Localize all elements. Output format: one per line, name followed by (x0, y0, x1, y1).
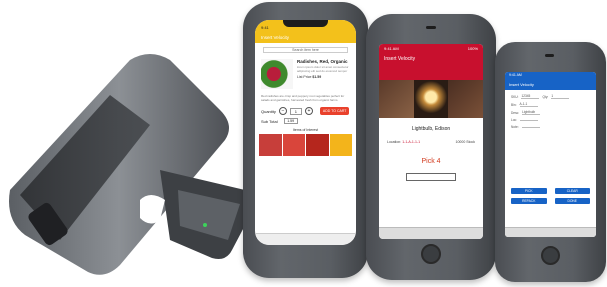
search-input[interactable]: Search item here (263, 47, 348, 53)
form-row: Bin: A-1-1 (511, 102, 590, 107)
subtotal-label: Sub Total (261, 118, 278, 124)
quantity-field[interactable]: 1 (289, 107, 302, 115)
home-button[interactable] (421, 244, 441, 264)
price-value: $1.59 (312, 75, 322, 79)
action-buttons: PICK CLEAR REPACK DONE (511, 188, 590, 204)
product-image (261, 59, 293, 89)
field-label: Desc: (511, 110, 520, 115)
status-time: 9:41 AM (509, 73, 522, 77)
subtotal-row: Sub Total 1.59 (255, 117, 356, 125)
camera-icon (545, 54, 554, 57)
form-row: Loc: (511, 118, 590, 122)
related-item-thumb[interactable] (282, 134, 305, 156)
scanner-grip (0, 40, 260, 280)
scan-input[interactable] (406, 173, 456, 181)
location-value: 1-1-A-1-1-1 (402, 140, 421, 144)
quantity-row: Quantity − 1 + ADD TO CART (255, 105, 356, 117)
product-image (379, 80, 483, 118)
form-fields: SKU: 12345 Qty: 1 Bin: A-1-1 Desc: Light… (505, 90, 596, 136)
device-case-2: 9:41 AM 100% Insert Velocity Lightbulb, … (366, 14, 496, 280)
subtotal-value: 1.59 (283, 118, 298, 124)
add-to-cart-button[interactable]: ADD TO CART (319, 107, 350, 115)
status-time: 9:41 AM (384, 46, 399, 51)
scanner-grip-illustration (9, 54, 254, 275)
form-row: SKU: 12345 Qty: 1 (511, 94, 590, 99)
screen-1: 9:41 Insert Velocity Search item here Ra… (255, 20, 356, 245)
related-item-thumb[interactable] (259, 134, 282, 156)
bottom-toolbar (505, 227, 596, 237)
done-button[interactable]: DONE (554, 198, 590, 204)
field-label: Loc: (511, 118, 518, 122)
form-row: Desc: Lightbulb (511, 110, 590, 115)
status-bar: 9:41 AM (505, 72, 596, 80)
field-value[interactable]: 1 (551, 94, 570, 99)
minus-button[interactable]: − (278, 107, 287, 115)
screen-2: 9:41 AM 100% Insert Velocity Lightbulb, … (379, 44, 483, 239)
field-value[interactable]: 12345 (521, 94, 540, 99)
quantity-label: Quantity (261, 108, 276, 114)
location-label: Location: (387, 140, 402, 144)
pick-quantity: Pick 4 (421, 158, 441, 165)
status-time: 9:41 (261, 24, 269, 30)
field-label: Qty: (542, 94, 549, 99)
product-name: Radishes, Red, Organic (297, 59, 348, 64)
location-row: Location: 1-1-A-1-1-1 10000 Stock (379, 132, 483, 144)
pick-button[interactable]: PICK (511, 188, 547, 194)
repack-button[interactable]: REPACK (511, 198, 547, 204)
field-label: SKU: (511, 94, 519, 99)
related-item-thumb[interactable] (329, 134, 352, 156)
home-button[interactable] (541, 246, 560, 265)
field-label: Note: (511, 125, 519, 129)
form-row: Note: (511, 125, 590, 129)
status-bar: 9:41 AM 100% (379, 44, 483, 54)
field-label: Bin: (511, 102, 517, 107)
field-value[interactable]: A-1-1 (519, 102, 538, 107)
field-value[interactable]: Lightbulb (522, 110, 541, 115)
location: Location: 1-1-A-1-1-1 (387, 140, 420, 144)
device-case-1: 9:41 Insert Velocity Search item here Ra… (243, 2, 368, 278)
device-case-3: 9:41 AM Insert Velocity SKU: 12345 Qty: … (495, 42, 606, 282)
related-items (255, 132, 356, 158)
camera-icon (426, 26, 436, 29)
product-price: List Price $1.59 (297, 75, 350, 79)
stock-label: 10000 Stock (455, 140, 475, 144)
bottom-toolbar (255, 233, 356, 245)
field-value[interactable] (521, 126, 540, 128)
clear-button[interactable]: CLEAR (554, 188, 590, 194)
bottom-toolbar (379, 227, 483, 239)
field-value[interactable] (520, 119, 539, 121)
plus-button[interactable]: + (304, 107, 313, 115)
price-label: List Price (297, 75, 312, 79)
product-description: lorem ipsum dolor sit amet consectetur a… (297, 65, 349, 73)
app-title: Insert Velocity (505, 80, 596, 90)
screen-3: 9:41 AM Insert Velocity SKU: 12345 Qty: … (505, 72, 596, 237)
product-card[interactable]: Radishes, Red, Organic lorem ipsum dolor… (255, 57, 356, 91)
product-paragraph: Red radishes are crisp and peppery root … (261, 94, 345, 102)
battery-level: 100% (467, 46, 478, 51)
notch (283, 20, 328, 27)
related-item-thumb[interactable] (306, 134, 329, 156)
app-title: Insert Velocity (255, 34, 356, 43)
app-title: Insert Velocity (379, 54, 483, 80)
